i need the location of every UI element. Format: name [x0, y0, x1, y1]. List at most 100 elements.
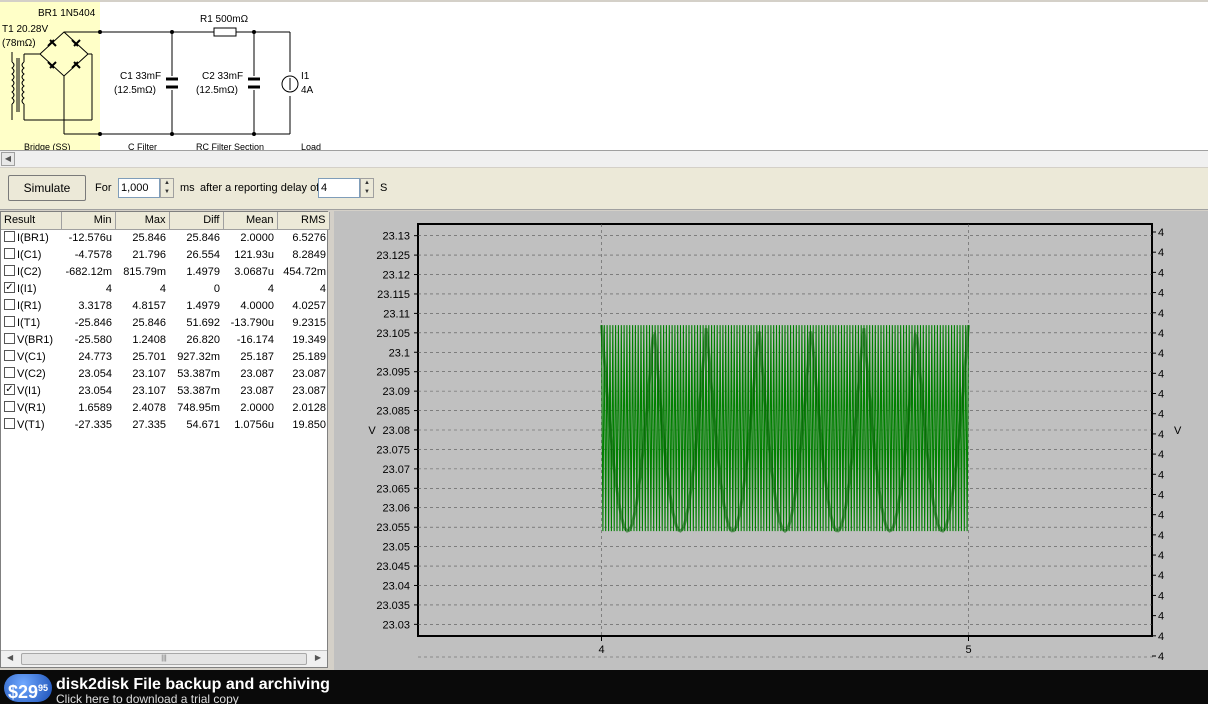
result-checkbox[interactable]: ✓ [4, 282, 15, 294]
scroll-left-icon[interactable]: ◀ [1, 152, 15, 166]
column-header-diff[interactable]: Diff [169, 212, 224, 230]
y2-tick-label: 4 [1158, 469, 1164, 481]
scrollbar-thumb[interactable]: ||| [21, 653, 307, 665]
result-rms-cell: 8.2849 [292, 248, 326, 261]
column-header-rms[interactable]: RMS [277, 212, 330, 230]
result-checkbox[interactable] [4, 418, 15, 430]
ad-banner[interactable]: $2995 disk2disk File backup and archivin… [0, 670, 1208, 704]
spin-up-icon[interactable]: ▲ [361, 179, 373, 188]
simulate-button[interactable]: Simulate [8, 175, 86, 201]
y2-tick-label: 4 [1158, 348, 1164, 360]
y2-tick-label: 4 [1158, 368, 1164, 380]
result-rms-cell: 454.72m [283, 265, 326, 278]
result-checkbox[interactable] [4, 333, 15, 345]
result-mean-cell: 2.0000 [240, 231, 274, 244]
result-rms-cell: 4 [319, 282, 326, 295]
column-header-max[interactable]: Max [115, 212, 170, 230]
result-max-cell: 2.4078 [132, 401, 166, 414]
y-tick-label: 23.115 [377, 289, 410, 301]
results-horizontal-scrollbar[interactable]: ◀ ||| ▶ [1, 650, 327, 667]
table-row[interactable]: ✓ V(I1) 23.054 23.107 53.387m 23.087 23.087 [1, 382, 329, 399]
table-row[interactable]: I(C1) -4.7578 21.796 26.554 121.93u 8.2849 [1, 246, 329, 263]
y-tick-label: 23.065 [376, 483, 410, 495]
ad-download-link[interactable]: Click here to download a trial copy [56, 692, 239, 704]
result-mean-cell: 25.187 [240, 350, 274, 363]
result-rms-cell: 9.2315 [292, 316, 326, 329]
y-tick-label: 23.08 [382, 425, 410, 437]
result-checkbox[interactable] [4, 265, 15, 277]
column-header-mean[interactable]: Mean [223, 212, 278, 230]
result-name: I(T1) [17, 316, 41, 329]
for-label: For [95, 182, 112, 194]
result-rms-cell: 23.087 [292, 367, 326, 380]
duration-input[interactable] [118, 178, 160, 198]
y-tick-label: 23.09 [382, 386, 410, 398]
result-checkbox[interactable] [4, 367, 15, 379]
schematic-horizontal-scrollbar[interactable]: ◀ [0, 150, 1208, 167]
delay-unit: S [380, 182, 388, 194]
result-name: V(C2) [17, 367, 46, 380]
result-rms-cell: 19.349 [292, 333, 326, 346]
result-checkbox[interactable] [4, 231, 15, 243]
result-min-cell: -25.846 [74, 316, 112, 329]
y-tick-label: 23.125 [376, 250, 410, 262]
table-row[interactable]: V(R1) 1.6589 2.4078 748.95m 2.0000 2.0128 [1, 399, 329, 416]
spin-down-icon[interactable]: ▼ [161, 188, 173, 197]
delay-spinner[interactable]: ▲ ▼ [360, 178, 374, 198]
result-name-cell: I(BR1) [1, 229, 61, 246]
price-badge[interactable]: $2995 [4, 674, 52, 702]
result-name: V(C1) [17, 350, 46, 363]
result-max-cell: 25.846 [132, 316, 166, 329]
scroll-right-icon[interactable]: ▶ [315, 653, 321, 662]
result-name: I(C1) [17, 248, 42, 261]
waveform-chart-panel[interactable]: 23.13 23.125 23.12 23.115 23.11 23.105 23.1 23.… [334, 211, 1208, 670]
table-row[interactable]: I(T1) -25.846 25.846 51.692 -13.790u 9.2315 [1, 314, 329, 331]
result-name-cell: I(R1) [1, 297, 61, 314]
y2-tick-label: 4 [1158, 288, 1164, 300]
result-checkbox[interactable] [4, 248, 15, 260]
column-header-min[interactable]: Min [61, 212, 116, 230]
table-row[interactable]: V(BR1) -25.580 1.2408 26.820 -16.174 19.349 [1, 331, 329, 348]
delay-input[interactable] [318, 178, 360, 198]
price-cents: 95 [38, 683, 49, 693]
table-row[interactable]: I(R1) 3.3178 4.8157 1.4979 4.0000 4.0257 [1, 297, 329, 314]
scroll-left-icon[interactable]: ◀ [7, 653, 13, 662]
y2-tick-label: 4 [1158, 651, 1164, 663]
result-checkbox[interactable] [4, 401, 15, 413]
result-name: V(I1) [17, 384, 41, 397]
result-checkbox[interactable]: ✓ [4, 384, 15, 396]
table-row[interactable]: V(C2) 23.054 23.107 53.387m 23.087 23.087 [1, 365, 329, 382]
result-name: V(BR1) [17, 333, 54, 346]
spin-up-icon[interactable]: ▲ [161, 179, 173, 188]
r1-label: R1 500mΩ [200, 14, 249, 25]
resistor-r1-symbol [213, 27, 237, 37]
table-row[interactable]: V(T1) -27.335 27.335 54.671 1.0756u 19.850 [1, 416, 329, 433]
y-tick-label: 23.035 [376, 600, 410, 612]
table-row[interactable]: V(C1) 24.773 25.701 927.32m 25.187 25.189 [1, 348, 329, 365]
results-table: Result Min Max Diff Mean RMS I(BR1) -12.5… [1, 212, 330, 433]
result-checkbox[interactable] [4, 299, 15, 311]
y2-tick-label: 4 [1158, 570, 1164, 582]
column-header-result[interactable]: Result [1, 212, 62, 230]
result-rms-cell: 2.0128 [292, 401, 326, 414]
duration-spinner[interactable]: ▲ ▼ [160, 178, 174, 198]
y2-tick-label: 4 [1158, 267, 1164, 279]
schematic-canvas[interactable]: BR1 1N5404 T1 20.28V (78mΩ) R1 500mΩ C1 … [0, 0, 1208, 152]
result-checkbox[interactable] [4, 350, 15, 362]
result-name: I(I1) [17, 282, 37, 295]
table-row[interactable]: I(BR1) -12.576u 25.846 25.846 2.0000 6.5276 [1, 229, 329, 246]
spin-down-icon[interactable]: ▼ [361, 188, 373, 197]
result-min-cell: 23.054 [78, 367, 112, 380]
y-tick-label: 23.04 [382, 580, 410, 592]
y2-tick-label: 4 [1158, 449, 1164, 461]
y-tick-label: 23.085 [376, 406, 410, 418]
table-row[interactable]: I(C2) -682.12m 815.79m 1.4979 3.0687u 454.72m [1, 263, 329, 280]
result-diff-cell: 0 [213, 282, 220, 295]
bridge-label: BR1 1N5404 [38, 8, 96, 19]
result-mean-cell: -16.174 [236, 333, 274, 346]
result-name: I(R1) [17, 299, 42, 312]
result-mean-cell: 121.93u [234, 248, 274, 261]
table-row[interactable]: ✓ I(I1) 4 4 0 4 4 [1, 280, 329, 297]
result-checkbox[interactable] [4, 316, 15, 328]
y2-tick-label: 4 [1158, 510, 1164, 522]
